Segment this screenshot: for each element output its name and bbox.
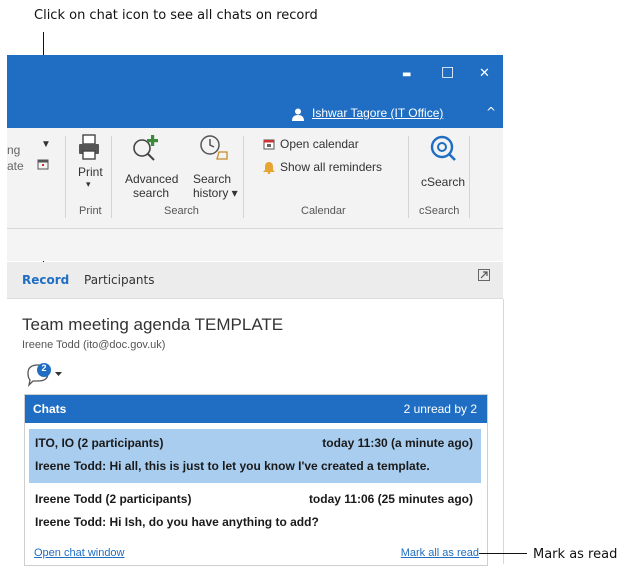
ribbon-separator [469,136,470,218]
record-tabs-bar [7,262,503,299]
ribbon-separator [65,136,66,218]
mark-all-as-read-link[interactable]: Mark all as read [401,547,479,559]
record-title: Team meeting agenda TEMPLATE [22,315,284,334]
chat-time: today 11:30 (a minute ago) [322,436,473,450]
chats-panel: Chats 2 unread by 2 ITO, IO (2 participa… [24,394,488,566]
user-icon [292,108,304,121]
tab-record[interactable]: Record [22,273,69,287]
record-author: Ireene Todd (ito@doc.gov.uk) [22,339,166,351]
callout-line-horizontal [479,553,527,554]
search-group-label: Search [164,205,199,217]
unread-badge: 2 [41,363,47,373]
popout-icon[interactable] [478,269,490,281]
unread-summary: 2 unread by 2 [403,402,477,416]
chat-participants: ITO, IO (2 participants) [35,436,164,450]
chat-participants: Ireene Todd (2 participants) [35,492,192,506]
calendar-group-label: Calendar [301,205,346,217]
chat-message: Ireene Todd: Hi Ish, do you have anythin… [35,515,319,529]
printer-icon[interactable] [77,134,101,160]
search-history-label-2[interactable]: history ▾ [193,186,238,200]
csearch-button[interactable]: cSearch [421,175,465,189]
chat-button[interactable]: 2 [25,361,67,387]
calendar-icon[interactable] [263,138,275,150]
show-all-reminders-button[interactable]: Show all reminders [280,160,382,174]
dropdown-caret-icon[interactable]: ▼ [41,139,51,150]
open-calendar-button[interactable]: Open calendar [280,137,359,151]
csearch-group-label: cSearch [419,205,460,217]
print-button[interactable]: Print [78,165,103,179]
minimize-button[interactable]: ▬ [402,69,411,80]
chat-list-item[interactable]: Ireene Todd (2 participants) today 11:06… [29,485,481,539]
annotation-mark-as-read: Mark as read [533,547,618,562]
ribbon-fragment-1: ng [7,143,21,157]
print-caret[interactable]: ▾ [86,179,91,190]
search-history-label-1[interactable]: Search [193,172,231,186]
ribbon: ng ate ▼ Print ▾ Print Advanced search S… [7,128,503,229]
csearch-icon[interactable] [429,134,457,162]
chat-list-item[interactable]: ITO, IO (2 participants) today 11:30 (a … [29,429,481,483]
ribbon-fragment-2: ate [7,159,24,173]
calendar-small-icon[interactable] [37,158,49,170]
search-history-icon[interactable] [199,134,229,160]
chats-header: Chats 2 unread by 2 [25,395,487,423]
chats-header-title: Chats [33,402,67,416]
close-button[interactable]: ✕ [479,66,490,81]
print-group-label: Print [79,205,102,217]
advanced-search-label-2[interactable]: search [133,186,169,200]
ribbon-separator [111,136,112,218]
ribbon-separator [243,136,244,218]
chat-message: Ireene Todd: Hi all, this is just to let… [35,459,430,473]
collapse-ribbon-icon[interactable]: ^ [486,105,496,119]
user-name-link[interactable]: Ishwar Tagore (IT Office) [312,106,443,120]
advanced-search-label-1[interactable]: Advanced [125,172,178,186]
bell-icon[interactable] [263,161,275,174]
maximize-button[interactable]: □ [441,64,454,80]
ribbon-separator [408,136,409,218]
toolbar-blank-area [7,229,503,261]
chat-time: today 11:06 (25 minutes ago) [308,492,473,506]
annotation-chat-icon-callout: Click on chat icon to see all chats on r… [34,8,318,23]
tab-participants[interactable]: Participants [84,273,155,287]
advanced-search-icon[interactable] [131,133,161,161]
open-chat-window-link[interactable]: Open chat window [34,547,125,559]
window-title-bar [7,55,503,100]
